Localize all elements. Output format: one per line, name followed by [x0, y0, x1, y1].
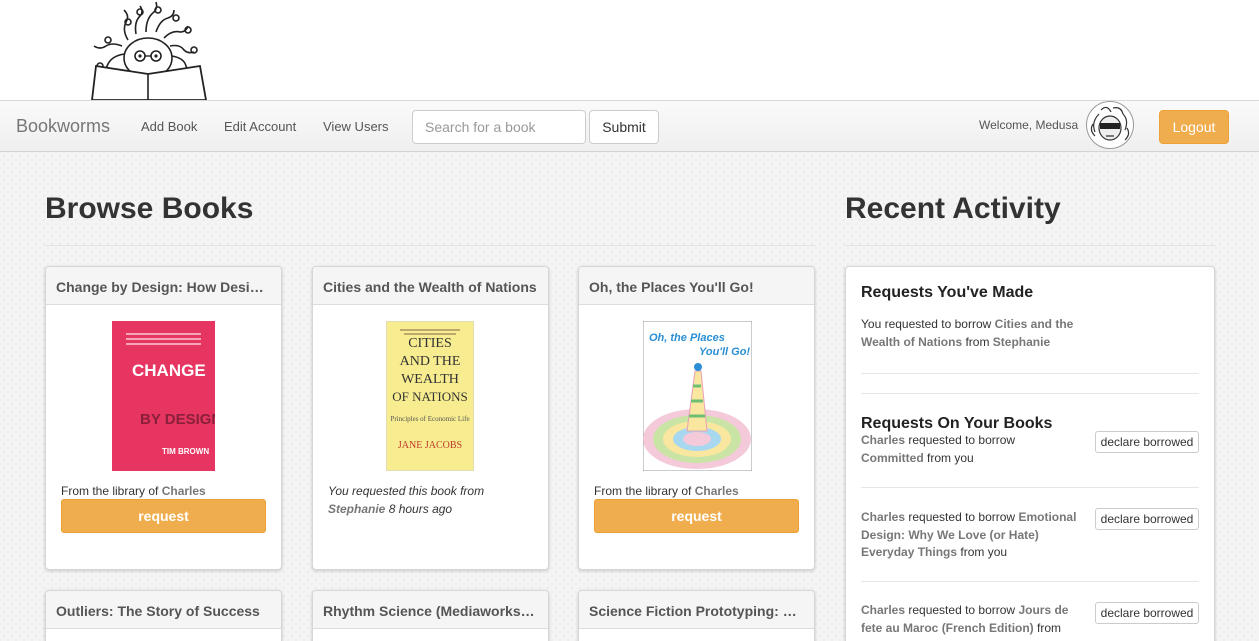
- cover-line2: You'll Go!: [699, 346, 750, 358]
- book-owner-line: From the library of Charles: [594, 482, 804, 500]
- book-cover-change-by-design[interactable]: CHANGE BY DESIGN TIM BROWN: [112, 321, 215, 471]
- incoming-request-item: Charles requested to borrow Jours de fet…: [861, 602, 1086, 637]
- search-submit-button[interactable]: Submit: [589, 110, 659, 144]
- browse-books-heading: Browse Books: [45, 192, 254, 225]
- brand-link[interactable]: Bookworms: [16, 116, 110, 137]
- request-button[interactable]: request: [61, 499, 266, 533]
- top-banner: [0, 0, 1259, 100]
- nav-add-book[interactable]: Add Book: [141, 119, 197, 134]
- owner-prefix: From the library of: [594, 484, 695, 498]
- book-cover-cities-and-wealth[interactable]: CITIES AND THE WEALTH OF NATIONS Princip…: [386, 321, 474, 471]
- incoming-request-item: Charles requested to borrow Committed fr…: [861, 432, 1081, 467]
- requests-on-books-heading: Requests On Your Books: [861, 415, 1053, 432]
- book-title[interactable]: Science Fiction Prototyping: Designing t…: [579, 591, 814, 629]
- incoming-request-item: Charles requested to borrow Emotional De…: [861, 509, 1086, 562]
- user-link[interactable]: Charles: [861, 510, 905, 524]
- declare-borrowed-button[interactable]: declare borrowed: [1095, 508, 1199, 530]
- activity-divider: [845, 245, 1215, 246]
- book-title[interactable]: Change by Design: How Design Thinking Tr…: [46, 267, 281, 305]
- nav-edit-account[interactable]: Edit Account: [224, 119, 296, 134]
- cover-line1: CITIES: [408, 336, 452, 351]
- request-time: 8 hours ago: [388, 502, 453, 516]
- book-owner-line: From the library of Charles: [61, 482, 271, 500]
- avatar-medusa-icon: [1090, 106, 1130, 141]
- medusa-reading-logo: [91, 1, 207, 100]
- request-made-item: You requested to borrow Cities and the W…: [861, 316, 1091, 351]
- book-card: Outliers: The Story of Success: [45, 590, 282, 641]
- book-card: Science Fiction Prototyping: Designing t…: [578, 590, 815, 641]
- book-link[interactable]: Committed: [861, 451, 924, 465]
- divider: [861, 487, 1199, 488]
- request-button[interactable]: request: [594, 499, 799, 533]
- browse-divider: [45, 245, 815, 246]
- request-verb: requested to borrow: [905, 510, 1019, 524]
- search-input[interactable]: [412, 110, 586, 144]
- owner-link[interactable]: Charles: [162, 484, 206, 498]
- navbar: Bookworms Add Book Edit Account View Use…: [0, 100, 1259, 152]
- logout-button[interactable]: Logout: [1159, 110, 1229, 144]
- user-link[interactable]: Stephanie: [993, 335, 1050, 349]
- book-title[interactable]: Cities and the Wealth of Nations: [313, 267, 548, 305]
- divider: [861, 581, 1199, 582]
- book-card: Change by Design: How Design Thinking Tr…: [45, 266, 282, 570]
- cover-line4: OF NATIONS: [392, 389, 467, 404]
- declare-borrowed-button[interactable]: declare borrowed: [1095, 431, 1199, 453]
- request-tail: from: [1033, 620, 1062, 635]
- cover-line2: AND THE: [400, 354, 461, 369]
- request-status: You requested this book from Stephanie 8…: [328, 482, 538, 518]
- activity-panel: Requests You've Made You requested to bo…: [845, 266, 1215, 641]
- book-card: Oh, the Places You'll Go! Oh, the Places…: [578, 266, 815, 570]
- owner-link[interactable]: Charles: [695, 484, 739, 498]
- request-tail: from you: [923, 450, 974, 465]
- cover-line1: Oh, the Places: [649, 332, 725, 344]
- book-title[interactable]: Oh, the Places You'll Go!: [579, 267, 814, 305]
- requests-made-heading: Requests You've Made: [861, 284, 1034, 301]
- book-title[interactable]: Rhythm Science (Mediaworks Pamphlets): [313, 591, 548, 629]
- cover-line1: CHANGE: [132, 361, 206, 380]
- cover-author: TIM BROWN: [162, 447, 209, 456]
- request-status-line: You requested this book from: [328, 484, 485, 498]
- avatar[interactable]: [1086, 101, 1134, 149]
- book-title[interactable]: Outliers: The Story of Success: [46, 591, 281, 629]
- owner-link[interactable]: Stephanie: [328, 502, 385, 516]
- cover-line2: BY DESIGN: [140, 411, 215, 428]
- request-made-from: from: [962, 334, 993, 349]
- book-cover-oh-the-places[interactable]: Oh, the Places You'll Go!: [643, 321, 752, 471]
- nav-view-users[interactable]: View Users: [323, 119, 389, 134]
- cover-line3: WEALTH: [401, 372, 459, 387]
- request-verb: requested to borrow: [905, 433, 1016, 447]
- divider: [861, 393, 1199, 394]
- book-card: Cities and the Wealth of Nations CITIES …: [312, 266, 549, 570]
- recent-activity-heading: Recent Activity: [845, 192, 1061, 225]
- welcome-text: Welcome, Medusa: [979, 118, 1079, 132]
- declare-borrowed-button[interactable]: declare borrowed: [1095, 602, 1199, 624]
- request-verb: requested to borrow: [905, 603, 1019, 617]
- divider: [861, 373, 1199, 374]
- user-link[interactable]: Charles: [861, 603, 905, 617]
- book-card: Rhythm Science (Mediaworks Pamphlets): [312, 590, 549, 641]
- request-made-text: You requested to borrow: [861, 317, 995, 331]
- user-link[interactable]: Charles: [861, 433, 905, 447]
- cover-author: JANE JACOBS: [398, 440, 462, 451]
- owner-prefix: From the library of: [61, 484, 162, 498]
- request-tail: from you: [957, 545, 1008, 559]
- cover-sub: Principles of Economic Life: [390, 415, 469, 423]
